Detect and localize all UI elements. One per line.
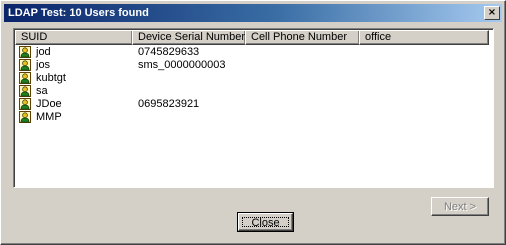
suid-cell: jos bbox=[36, 59, 51, 71]
user-icon bbox=[19, 98, 31, 110]
table-row[interactable]: jod 0745829633 bbox=[16, 46, 491, 59]
suid-cell: kubtgt bbox=[36, 72, 66, 84]
table-row[interactable]: jos sms_0000000003 bbox=[16, 59, 491, 72]
list-rows: jod 0745829633 jos sms_0000000003kubtgt sa JD… bbox=[16, 46, 491, 124]
close-button[interactable]: Close bbox=[237, 212, 294, 232]
table-row[interactable]: MMP bbox=[16, 111, 491, 124]
close-window-button[interactable]: × bbox=[484, 6, 500, 20]
table-row[interactable]: JDoe 0695823921 bbox=[16, 98, 491, 111]
device-serial-cell: 0695823921 bbox=[138, 98, 200, 110]
user-icon bbox=[19, 111, 31, 123]
table-row[interactable]: kubtgt bbox=[16, 72, 491, 85]
column-header-suid[interactable]: SUID bbox=[15, 30, 133, 45]
close-icon: × bbox=[487, 7, 497, 18]
user-icon bbox=[19, 72, 31, 84]
suid-cell: MMP bbox=[36, 111, 62, 123]
close-button-label: Close bbox=[242, 217, 289, 229]
suid-cell: sa bbox=[36, 85, 48, 97]
user-icon bbox=[19, 59, 31, 71]
title-bar[interactable]: LDAP Test: 10 Users found × bbox=[4, 4, 502, 22]
column-header-device-serial-number[interactable]: Device Serial Number bbox=[132, 30, 246, 45]
column-header-office[interactable]: office bbox=[359, 30, 489, 45]
table-row[interactable]: sa bbox=[16, 85, 491, 98]
ldap-test-dialog: LDAP Test: 10 Users found × SUID Device … bbox=[0, 0, 506, 245]
device-serial-cell: sms_0000000003 bbox=[138, 59, 226, 71]
window-title: LDAP Test: 10 Users found bbox=[8, 7, 149, 19]
suid-cell: jod bbox=[36, 46, 51, 58]
next-button[interactable]: Next > bbox=[431, 197, 489, 216]
column-header-cell-phone-number[interactable]: Cell Phone Number bbox=[245, 30, 360, 45]
user-icon bbox=[19, 46, 31, 58]
users-list-view[interactable]: SUID Device Serial Number Cell Phone Num… bbox=[13, 28, 494, 188]
device-serial-cell: 0745829633 bbox=[138, 46, 200, 58]
list-header: SUID Device Serial Number Cell Phone Num… bbox=[15, 30, 492, 45]
suid-cell: JDoe bbox=[36, 98, 62, 110]
user-icon bbox=[19, 85, 31, 97]
